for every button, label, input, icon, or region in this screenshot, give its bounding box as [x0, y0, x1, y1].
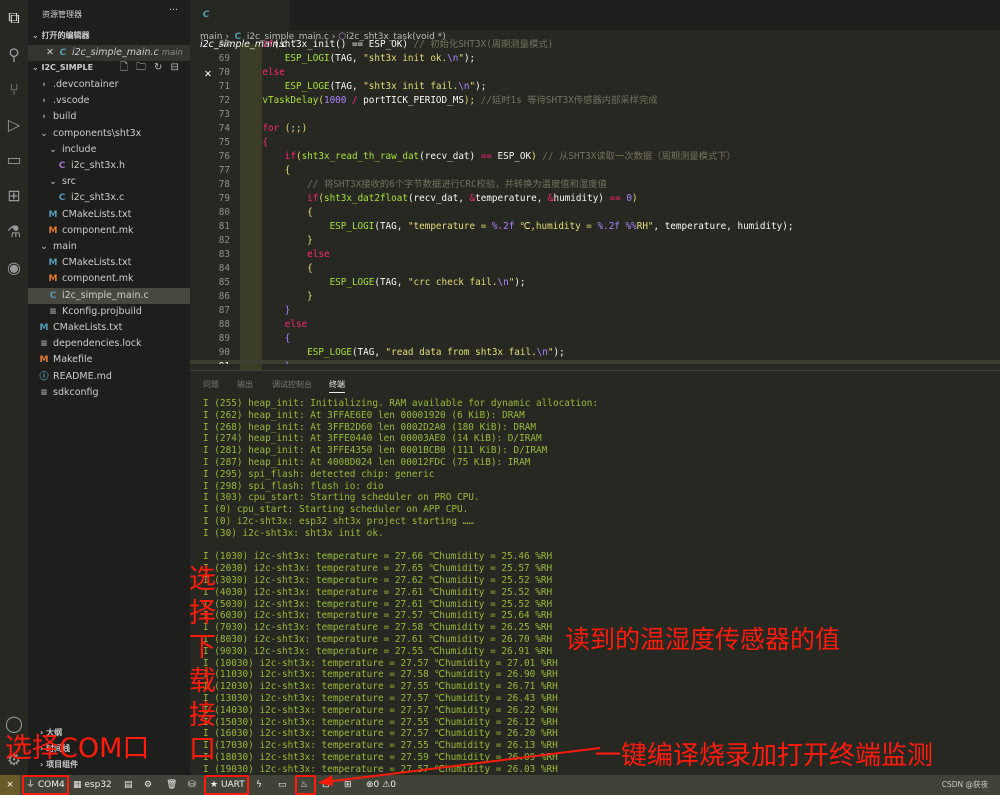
annotation-build-flash-monitor: 一键编译烧录加打开终端监测: [595, 741, 934, 771]
annotation-select-download-interface: 选择下载接口: [189, 563, 216, 767]
annotation-char: 载: [189, 666, 216, 697]
annotation-char: 择: [189, 598, 216, 629]
annotation-arrow: [318, 747, 601, 786]
arrow-head: [318, 775, 333, 786]
annotation-sensor-values: 读到的温湿度传感器的值: [565, 625, 841, 654]
annotation-select-port: 选择COM口: [5, 733, 150, 764]
annotation-char: 接: [189, 700, 216, 731]
annotation-char: 选: [189, 564, 216, 595]
annotation-char: 口: [189, 734, 216, 765]
arrow-line: [324, 747, 601, 783]
annotation-char: 下: [189, 632, 216, 663]
